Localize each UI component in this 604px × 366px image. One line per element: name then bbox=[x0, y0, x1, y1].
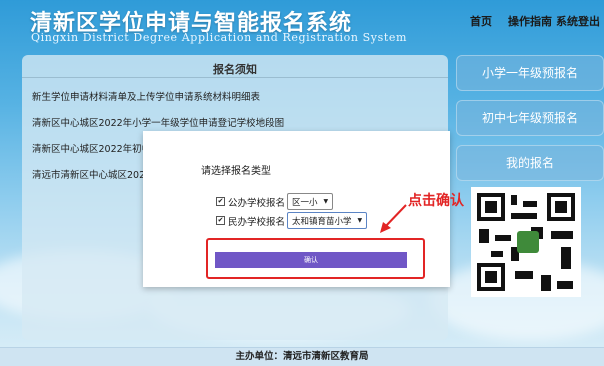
chevron-down-icon: ▼ bbox=[357, 217, 363, 224]
private-school-select-value: 太和镇育苗小学 bbox=[292, 216, 352, 227]
public-school-checkbox[interactable]: ✔ bbox=[216, 197, 225, 206]
annotation-text: 点击确认 bbox=[408, 193, 464, 209]
notice-divider bbox=[22, 77, 448, 78]
app-subtitle: Qingxin District Degree Application and … bbox=[31, 31, 408, 44]
private-school-checkbox[interactable]: ✔ bbox=[216, 216, 225, 225]
private-school-option: ✔ 民办学校报名 太和镇育苗小学 ▼ bbox=[216, 212, 368, 229]
middle-school-preregister-button[interactable]: 初中七年级预报名 bbox=[456, 100, 604, 136]
notice-item[interactable]: 清新区中心城区2022年初中 bbox=[32, 141, 151, 155]
modal-heading: 请选择报名类型 bbox=[201, 166, 271, 177]
nav-guide[interactable]: 操作指南 bbox=[508, 13, 552, 29]
public-school-label: 公办学校报名 bbox=[228, 197, 286, 209]
footer: 主办单位：清远市清新区教育局 bbox=[0, 347, 604, 366]
my-registration-button[interactable]: 我的报名 bbox=[456, 145, 604, 181]
private-school-label: 民办学校报名 bbox=[228, 216, 286, 228]
notice-item[interactable]: 新生学位申请材料清单及上传学位申请系统材料明细表 bbox=[32, 89, 260, 103]
primary-preregister-button[interactable]: 小学一年级预报名 bbox=[456, 55, 604, 91]
public-school-select-value: 区一小 bbox=[292, 197, 318, 208]
notice-item[interactable]: 清远市清新区中心城区202 bbox=[32, 167, 145, 181]
notice-title: 报名须知 bbox=[213, 63, 257, 76]
nav-home[interactable]: 首页 bbox=[470, 13, 492, 29]
notice-item[interactable]: 清新区中心城区2022年小学一年级学位申请登记学校地段图 bbox=[32, 115, 284, 129]
private-school-select[interactable]: 太和镇育苗小学 ▼ bbox=[287, 212, 368, 229]
chevron-down-icon: ▼ bbox=[323, 198, 329, 205]
confirm-button[interactable]: 确认 bbox=[215, 252, 407, 268]
public-school-option: ✔ 公办学校报名 区一小 ▼ bbox=[216, 193, 334, 210]
qr-code bbox=[471, 187, 581, 297]
nav-logout[interactable]: 系统登出 bbox=[556, 13, 600, 29]
qr-logo bbox=[517, 231, 539, 253]
public-school-select[interactable]: 区一小 ▼ bbox=[287, 193, 334, 210]
registration-type-modal: 请选择报名类型 ✔ 公办学校报名 区一小 ▼ ✔ 民办学校报名 太和镇育苗小学 … bbox=[143, 131, 450, 287]
